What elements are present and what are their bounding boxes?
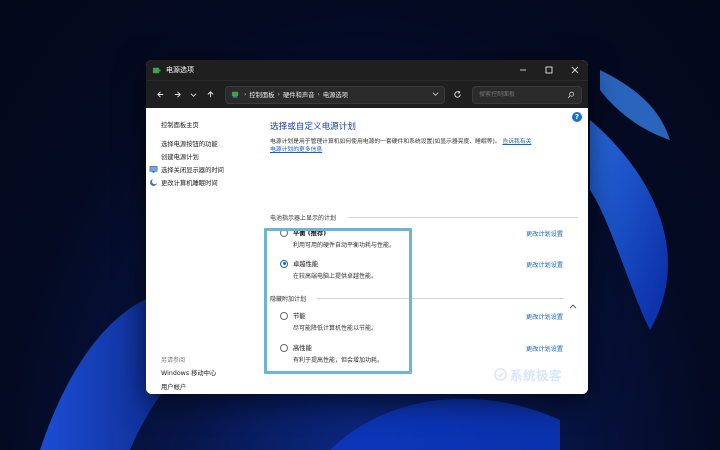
refresh-button[interactable] xyxy=(449,86,466,104)
close-button[interactable] xyxy=(562,60,588,80)
title-bar: 电源选项 xyxy=(146,60,588,80)
maximize-button[interactable] xyxy=(536,60,562,80)
page-title: 选择或自定义电源计划 xyxy=(270,122,356,132)
brand-logo-icon xyxy=(494,368,507,381)
left-link-label: 创建电源计划 xyxy=(161,154,199,161)
breadcrumb-control-panel[interactable]: 控制面板 xyxy=(249,90,274,99)
main-pane: 选择或自定义电源计划 电源计划是用于管理计算机如何使用电源的一套硬件和系统设置(… xyxy=(270,120,582,154)
address-bar[interactable]: › 控制面板 › 硬件和声音 › 电源选项 xyxy=(224,85,446,104)
sleep-moon-icon xyxy=(150,178,158,186)
learn-more-link-part2: 电源计划的更多信息 xyxy=(270,147,323,153)
chevron-right-icon: › xyxy=(243,91,247,98)
left-link-sleep-time[interactable]: 更改计算机睡眠时间 xyxy=(150,176,271,189)
see-also-heading: 另请参阅 xyxy=(161,357,186,364)
power-options-window: 电源选项 › 控制面板 › 硬件和声音 › 电源选项 搜索控制面板 ? 控制面板… xyxy=(146,60,588,394)
up-button[interactable] xyxy=(202,85,219,105)
page-description: 电源计划是用于管理计算机如何使用电源的一套硬件和系统设置(如显示器亮度、睡眠等)… xyxy=(270,138,582,154)
left-link-create-plan[interactable]: 创建电源计划 xyxy=(161,150,271,163)
address-dropdown-button[interactable] xyxy=(432,90,439,99)
minimize-button[interactable] xyxy=(510,60,536,80)
change-plan-settings-balanced[interactable]: 更改计划设置 xyxy=(526,229,563,238)
left-link-control-panel-home[interactable]: 控制面板主页 xyxy=(161,118,271,131)
content-area: ? 控制面板主页 选择电源按钮的功能 创建电源计划 选择关闭显示器的时间 更改计… xyxy=(146,108,588,394)
navigation-bar: › 控制面板 › 硬件和声音 › 电源选项 xyxy=(146,80,588,108)
search-input[interactable] xyxy=(478,91,568,98)
arrow-left-icon xyxy=(157,91,164,98)
see-also-mobility-center[interactable]: Windows 移动中心 xyxy=(161,368,216,377)
left-link-label: 选择电源按钮的功能 xyxy=(161,141,218,148)
change-plan-settings-high-performance[interactable]: 更改计划设置 xyxy=(526,344,563,353)
left-link-label: 选择关闭显示器的时间 xyxy=(161,167,224,174)
section-divider xyxy=(348,217,578,218)
minimize-icon xyxy=(520,69,526,71)
change-plan-settings-ultimate[interactable]: 更改计划设置 xyxy=(526,260,563,269)
left-link-label: 控制面板主页 xyxy=(161,122,199,129)
plans-highlight-box xyxy=(264,228,412,374)
arrow-up-icon xyxy=(207,91,214,98)
chevron-down-icon xyxy=(190,93,197,97)
control-panel-icon xyxy=(231,91,239,98)
forward-button[interactable] xyxy=(169,85,186,105)
chevron-down-icon xyxy=(432,92,439,96)
refresh-icon xyxy=(454,90,461,98)
chevron-up-icon xyxy=(569,304,577,309)
description-text: 电源计划是用于管理计算机如何使用电源的一套硬件和系统设置(如显示器亮度、睡眠等)… xyxy=(270,139,501,145)
chevron-right-icon: › xyxy=(277,91,280,98)
change-plan-settings-power-saver[interactable]: 更改计划设置 xyxy=(526,312,563,321)
watermark-logo: 系统极客 xyxy=(494,365,562,384)
left-link-power-button[interactable]: 选择电源按钮的功能 xyxy=(161,137,271,150)
watermark-text: 系统极客 xyxy=(510,368,563,383)
maximize-icon xyxy=(545,66,553,74)
section-shown-plans: 电池指示器上显示的计划 xyxy=(270,215,337,222)
left-link-display-off[interactable]: 选择关闭显示器的时间 xyxy=(149,163,271,176)
chevron-right-icon: › xyxy=(317,91,320,98)
see-also-user-accounts[interactable]: 用户帐户 xyxy=(161,382,186,391)
left-pane: 控制面板主页 选择电源按钮的功能 创建电源计划 选择关闭显示器的时间 更改计算机… xyxy=(149,118,271,391)
breadcrumb-power-options[interactable]: 电源选项 xyxy=(323,90,348,99)
recent-locations-button[interactable] xyxy=(185,85,202,105)
monitor-icon xyxy=(149,166,158,173)
learn-more-link-part1: 告诉我有关 xyxy=(502,139,532,145)
close-icon xyxy=(571,66,579,74)
left-link-label: 更改计算机睡眠时间 xyxy=(161,180,218,187)
back-button[interactable] xyxy=(152,85,169,105)
window-title: 电源选项 xyxy=(166,66,194,74)
search-icon xyxy=(568,91,575,98)
search-box[interactable] xyxy=(471,85,582,104)
arrow-right-icon xyxy=(174,91,181,98)
breadcrumb-hardware-sound[interactable]: 硬件和声音 xyxy=(283,90,314,99)
power-options-icon xyxy=(152,67,161,73)
